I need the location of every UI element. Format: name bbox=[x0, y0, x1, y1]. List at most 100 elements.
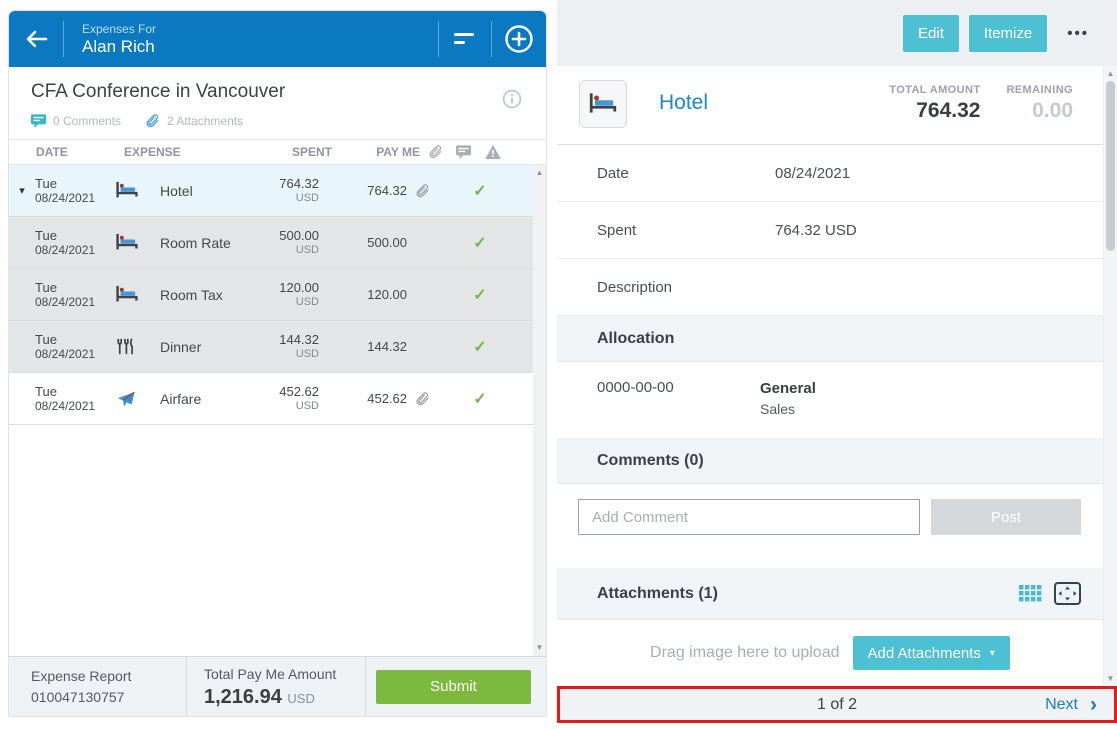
comments-section-header: Comments (0) bbox=[557, 438, 1103, 484]
more-actions-button[interactable]: ••• bbox=[1067, 25, 1089, 42]
row-approved-check-icon: ✓ bbox=[463, 337, 497, 357]
attachments-title: Attachments (1) bbox=[597, 585, 718, 603]
expense-totals: TOTAL AMOUNT 764.32 REMAINING 0.00 bbox=[889, 80, 1073, 123]
allocation-row: 0000-00-00 General Sales bbox=[557, 362, 1103, 438]
allocation-sub: Sales bbox=[760, 400, 816, 419]
row-approved-check-icon: ✓ bbox=[463, 389, 497, 409]
scroll-up-arrow[interactable]: ▲ bbox=[536, 165, 544, 181]
expense-detail-panel: Edit Itemize ••• Hotel bbox=[557, 0, 1117, 729]
scroll-up-arrow[interactable]: ▲ bbox=[1107, 66, 1115, 81]
plane-icon bbox=[115, 389, 151, 408]
expense-row[interactable]: Tue08/24/2021 Airfare 452.62USD 452.62 ✓ bbox=[9, 373, 533, 425]
allocation-title: Allocation bbox=[597, 330, 674, 348]
expense-type-badge bbox=[579, 80, 627, 128]
row-expense-name: Hotel bbox=[151, 183, 239, 199]
total-amount-label: TOTAL AMOUNT bbox=[889, 84, 980, 96]
paperclip-icon bbox=[428, 144, 443, 160]
column-date[interactable]: DATE bbox=[35, 145, 115, 159]
expense-row[interactable]: Tue08/24/2021 Dinner 144.32USD 144.32 ✓ bbox=[9, 321, 533, 373]
itemize-button[interactable]: Itemize bbox=[969, 15, 1047, 52]
expenses-for-label: Expenses For bbox=[82, 22, 438, 37]
utensils-icon bbox=[115, 337, 151, 356]
row-spent-amount: 500.00USD bbox=[239, 229, 319, 257]
report-summary: CFA Conference in Vancouver 0 Comments bbox=[9, 67, 546, 139]
row-spent-amount: 452.62USD bbox=[239, 385, 319, 413]
total-amount-value: 764.32 bbox=[889, 99, 980, 123]
page-indicator: 1 of 2 bbox=[560, 696, 1114, 714]
row-pay-me-amount: 452.62 bbox=[319, 391, 407, 406]
column-expense[interactable]: EXPENSE bbox=[115, 145, 252, 159]
back-arrow-icon bbox=[24, 29, 48, 49]
row-date: Tue08/24/2021 bbox=[35, 281, 115, 309]
expense-row[interactable]: ▾ Tue08/24/2021 Hotel 764.32USD 764.32 ✓ bbox=[9, 165, 533, 217]
expense-row[interactable]: Tue08/24/2021 Room Tax 120.00USD 120.00 … bbox=[9, 269, 533, 321]
submit-button[interactable]: Submit bbox=[376, 670, 531, 704]
row-expand-caret[interactable]: ▾ bbox=[9, 184, 35, 197]
row-date: Tue08/24/2021 bbox=[35, 385, 115, 413]
scroll-down-arrow[interactable]: ▼ bbox=[1107, 671, 1115, 686]
field-label: Spent bbox=[597, 222, 775, 239]
bed-icon bbox=[115, 181, 151, 200]
next-expense-button[interactable]: Next › bbox=[1045, 696, 1114, 714]
edit-button[interactable]: Edit bbox=[903, 15, 959, 52]
row-expense-name: Dinner bbox=[151, 339, 239, 355]
expense-report-panel: Expenses For Alan Rich CFA Conference in… bbox=[8, 10, 547, 717]
row-approved-check-icon: ✓ bbox=[463, 285, 497, 305]
bed-icon bbox=[588, 92, 618, 116]
report-title: CFA Conference in Vancouver bbox=[31, 81, 285, 103]
row-expense-name: Airfare bbox=[151, 391, 239, 407]
column-exception[interactable] bbox=[476, 145, 510, 159]
comments-count: 0 Comments bbox=[53, 114, 121, 128]
expense-title-link[interactable]: Hotel bbox=[659, 91, 708, 115]
allocation-code: 0000-00-00 bbox=[597, 379, 760, 438]
grid-view-icon[interactable] bbox=[1019, 585, 1042, 602]
detail-toolbar: Edit Itemize ••• bbox=[557, 0, 1117, 66]
detail-scrollbar[interactable]: ▲ ▼ bbox=[1103, 66, 1117, 686]
sort-icon bbox=[454, 32, 476, 46]
attachments-section-header: Attachments (1) bbox=[557, 568, 1103, 620]
sort-button[interactable] bbox=[439, 11, 491, 67]
report-info-button[interactable] bbox=[502, 89, 522, 109]
allocation-detail: General Sales bbox=[760, 379, 816, 438]
attachments-count: 2 Attachments bbox=[167, 114, 243, 128]
expense-detail-header: Hotel TOTAL AMOUNT 764.32 REMAINING 0.00 bbox=[557, 66, 1103, 145]
comment-icon bbox=[456, 145, 471, 159]
column-attachment[interactable] bbox=[420, 144, 450, 160]
expense-list-scrollbar[interactable]: ▲ ▼ bbox=[533, 165, 546, 656]
back-button[interactable] bbox=[9, 11, 63, 67]
expense-row[interactable]: Tue08/24/2021 Room Rate 500.00USD 500.00… bbox=[9, 217, 533, 269]
warning-icon bbox=[485, 145, 501, 159]
scroll-down-arrow[interactable]: ▼ bbox=[536, 640, 544, 656]
field-label: Date bbox=[597, 165, 775, 182]
row-expense-name: Room Tax bbox=[151, 287, 239, 303]
scrollbar-thumb[interactable] bbox=[1106, 81, 1115, 251]
report-footer: Expense Report 010047130757 Total Pay Me… bbox=[9, 656, 546, 716]
total-amount-block: TOTAL AMOUNT 764.32 bbox=[889, 84, 980, 123]
expense-app: Expenses For Alan Rich CFA Conference in… bbox=[0, 0, 1117, 729]
plus-circle-icon bbox=[504, 24, 534, 54]
detail-row-description: Description bbox=[557, 259, 1103, 316]
column-pay-me[interactable]: PAY ME bbox=[332, 145, 420, 159]
row-pay-me-amount: 500.00 bbox=[319, 235, 407, 250]
comments-icon bbox=[31, 114, 46, 128]
column-comment[interactable] bbox=[450, 145, 476, 159]
field-label: Description bbox=[597, 279, 775, 296]
row-spent-amount: 144.32USD bbox=[239, 333, 319, 361]
remaining-block: REMAINING 0.00 bbox=[1006, 84, 1073, 123]
row-spent-amount: 120.00USD bbox=[239, 281, 319, 309]
allocation-name: General bbox=[760, 379, 816, 398]
expand-view-icon[interactable] bbox=[1054, 582, 1081, 605]
add-comment-input[interactable] bbox=[578, 499, 920, 535]
field-value: 764.32 USD bbox=[775, 222, 857, 239]
submit-cell: Submit bbox=[366, 657, 546, 716]
expense-list: ▾ Tue08/24/2021 Hotel 764.32USD 764.32 ✓… bbox=[9, 165, 546, 656]
remaining-label: REMAINING bbox=[1006, 84, 1073, 96]
row-expense-name: Room Rate bbox=[151, 235, 239, 251]
add-attachments-button[interactable]: Add Attachments ▾ bbox=[853, 636, 1010, 670]
total-pay-me-label: Total Pay Me Amount bbox=[204, 665, 365, 684]
post-comment-button[interactable]: Post bbox=[931, 499, 1081, 535]
column-spent[interactable]: SPENT bbox=[252, 145, 332, 159]
add-expense-button[interactable] bbox=[492, 11, 546, 67]
row-date: Tue08/24/2021 bbox=[35, 177, 115, 205]
attachment-dropzone[interactable]: Drag image here to upload Add Attachment… bbox=[557, 620, 1103, 686]
